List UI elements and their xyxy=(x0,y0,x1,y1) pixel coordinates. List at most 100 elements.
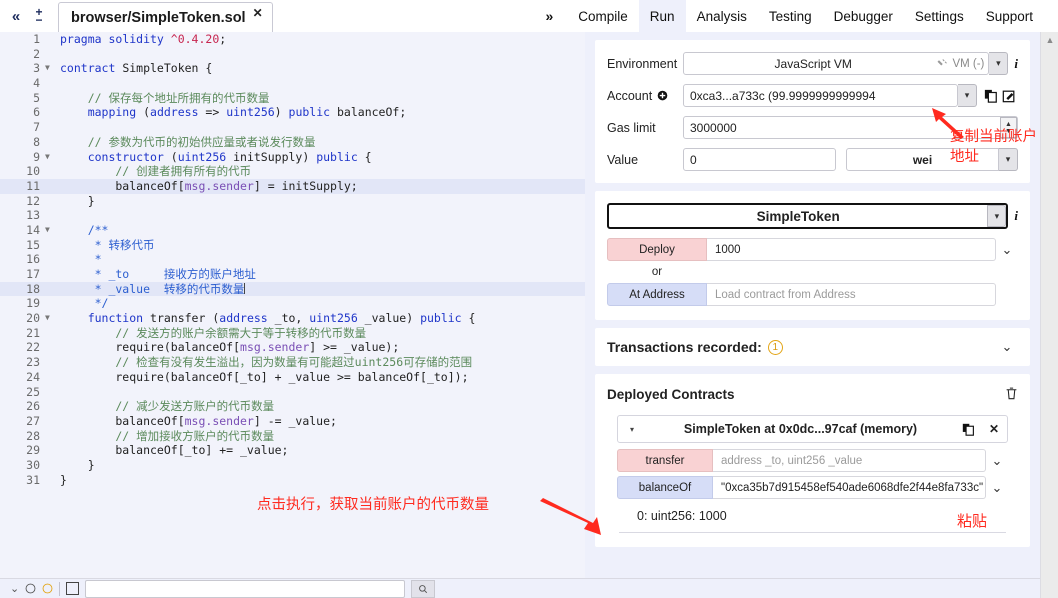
code-line[interactable]: 24 require(balanceOf[_to] + _value >= ba… xyxy=(0,370,585,385)
terminal-info-icon[interactable] xyxy=(25,583,36,594)
terminal-warning-icon[interactable] xyxy=(42,583,53,594)
gas-limit-stepper[interactable]: ▲ ▼ xyxy=(1000,117,1017,138)
balanceof-button[interactable]: balanceOf xyxy=(617,476,713,499)
environment-dropdown-arrow[interactable]: ▾ xyxy=(989,52,1009,75)
terminal-search-button[interactable] xyxy=(411,579,436,598)
code-line[interactable]: 6 mapping (address => uint256) public ba… xyxy=(0,105,585,120)
collapse-panel-icon[interactable]: « xyxy=(0,0,26,32)
deployed-instance-header[interactable]: ▾ SimpleToken at 0x0dc...97caf (memory) … xyxy=(617,415,1008,443)
line-number: 3 xyxy=(33,61,40,76)
contract-select[interactable]: SimpleToken ▾ xyxy=(607,203,1009,229)
contract-dropdown-arrow[interactable]: ▾ xyxy=(987,205,1007,227)
code-line[interactable]: 4 xyxy=(0,76,585,91)
code-line[interactable]: 30 } xyxy=(0,458,585,473)
tab-simpletoken-sol[interactable]: browser/SimpleToken.sol ✕ xyxy=(58,2,273,32)
code-editor[interactable]: 1 pragma solidity ^0.4.20; 2 3 ▼ contract Sim… xyxy=(0,32,585,578)
balanceof-args-input[interactable]: "0xca35b7d915458ef540ade6068dfe2f44e8fa7… xyxy=(713,476,986,499)
edit-account-icon[interactable] xyxy=(1000,89,1018,103)
value-input[interactable]: 0 xyxy=(683,148,836,171)
code-line[interactable]: 28 // 增加接收方账户的代币数量 xyxy=(0,429,585,444)
code-line[interactable]: 2 xyxy=(0,47,585,62)
account-dropdown-arrow[interactable]: ▾ xyxy=(958,84,977,107)
menu-item-support[interactable]: Support xyxy=(975,0,1044,32)
at-address-input[interactable]: Load contract from Address xyxy=(707,283,996,306)
line-number: 19 xyxy=(26,296,40,311)
code-line[interactable]: 13 xyxy=(0,208,585,223)
code-line[interactable]: 21 // 发送方的账户余额需大于等于转移的代币数量 xyxy=(0,326,585,341)
code-line[interactable]: 25 xyxy=(0,385,585,400)
environment-select[interactable]: JavaScript VM VM (-) xyxy=(683,52,990,75)
instance-name: SimpleToken at 0x0dc...97caf (memory) xyxy=(683,422,918,436)
code-line[interactable]: 7 xyxy=(0,120,585,135)
menu-item-compile[interactable]: Compile xyxy=(567,0,639,32)
tab-label: browser/SimpleToken.sol xyxy=(71,9,246,26)
transfer-button[interactable]: transfer xyxy=(617,449,713,472)
menu-item-testing[interactable]: Testing xyxy=(758,0,823,32)
menu-item-debugger[interactable]: Debugger xyxy=(823,0,904,32)
code-line[interactable]: 8 // 参数为代币的初始供应量或者说发行数量 xyxy=(0,135,585,150)
terminal-checkbox[interactable] xyxy=(66,582,80,595)
contract-info-icon[interactable]: i xyxy=(1014,208,1018,224)
line-number: 9 xyxy=(33,149,40,164)
environment-info-icon[interactable]: i xyxy=(1014,56,1018,72)
fold-toggle-icon[interactable]: ▼ xyxy=(44,311,54,326)
at-address-button[interactable]: At Address xyxy=(607,283,707,306)
code-line[interactable]: 29 balanceOf[_to] += _value; xyxy=(0,443,585,458)
editor-vertical-scrollbar[interactable] xyxy=(572,32,585,578)
fold-toggle-icon[interactable]: ▼ xyxy=(44,150,54,165)
page-vertical-scrollbar[interactable]: ▲ xyxy=(1040,32,1058,598)
close-instance-icon[interactable]: ✕ xyxy=(981,422,1007,436)
deploy-args-input[interactable]: 1000 xyxy=(707,238,996,261)
code-line[interactable]: 11 balanceOf[msg.sender] = initSupply; xyxy=(0,178,585,194)
transactions-expand-icon[interactable]: ⌄ xyxy=(996,339,1018,355)
deploy-expand-icon[interactable]: ⌄ xyxy=(996,242,1018,258)
copy-instance-address-icon[interactable] xyxy=(955,423,981,436)
close-icon[interactable]: ✕ xyxy=(253,6,263,20)
add-account-icon[interactable] xyxy=(657,90,668,101)
or-row: or xyxy=(607,261,1018,283)
transactions-recorded-card[interactable]: Transactions recorded: 1 ⌄ xyxy=(595,328,1030,366)
code-line[interactable]: 31} xyxy=(0,473,585,488)
fold-toggle-icon[interactable]: ▼ xyxy=(44,61,54,76)
gas-limit-input[interactable]: 3000000 ▲ ▼ xyxy=(683,116,1018,139)
terminal-search-input[interactable] xyxy=(85,579,406,598)
font-size-decrease-icon[interactable]: − xyxy=(35,14,42,26)
code-line[interactable]: 27 balanceOf[msg.sender] -= _value; xyxy=(0,414,585,429)
code-line[interactable]: 20 ▼ function transfer (address _to, uint… xyxy=(0,311,585,326)
code-line[interactable]: 15 * 转移代币 xyxy=(0,238,585,253)
code-line[interactable]: 22 require(balanceOf[msg.sender] >= _val… xyxy=(0,340,585,355)
line-number: 8 xyxy=(33,134,40,149)
code-line[interactable]: 9 ▼ constructor (uint256 initSupply) publ… xyxy=(0,150,585,165)
code-line[interactable]: 16 * xyxy=(0,252,585,267)
code-line[interactable]: 14 ▼ /** xyxy=(0,223,585,238)
expand-instance-icon[interactable]: ▾ xyxy=(618,425,646,434)
transfer-args-input[interactable]: address _to, uint256 _value xyxy=(713,449,986,472)
menu-item-settings[interactable]: Settings xyxy=(904,0,975,32)
code-line[interactable]: 5 // 保存每个地址所拥有的代币数量 xyxy=(0,91,585,106)
code-line[interactable]: 12 } xyxy=(0,194,585,209)
font-size-control[interactable]: + − xyxy=(26,0,52,32)
menu-item-run[interactable]: Run xyxy=(638,0,686,32)
value-unit-select[interactable]: wei xyxy=(846,148,999,171)
deploy-button[interactable]: Deploy xyxy=(607,238,707,261)
code-line[interactable]: 18 * _value 转移的代币数量 xyxy=(0,281,585,297)
value-unit-dropdown-arrow[interactable]: ▾ xyxy=(999,148,1018,171)
terminal-toggle-icon[interactable]: ⌄ xyxy=(10,582,19,595)
balanceof-expand-icon[interactable]: ⌄ xyxy=(986,480,1008,496)
code-line[interactable]: 26 // 减少发送方账户的代币数量 xyxy=(0,399,585,414)
account-select[interactable]: 0xca3...a733c (99.9999999999994 xyxy=(683,84,958,107)
transfer-expand-icon[interactable]: ⌄ xyxy=(986,453,1008,469)
trash-icon[interactable] xyxy=(1005,386,1018,403)
code-line[interactable]: 10 // 创建者拥有所有的代币 xyxy=(0,164,585,179)
code-line[interactable]: 1 pragma solidity ^0.4.20; xyxy=(0,32,585,47)
code-line[interactable]: 17 * _to 接收方的账户地址 xyxy=(0,267,585,282)
menu-item-analysis[interactable]: Analysis xyxy=(686,0,758,32)
scroll-up-icon[interactable]: ▲ xyxy=(1041,32,1058,48)
copy-account-icon[interactable] xyxy=(982,89,1000,103)
code-line[interactable]: 3 ▼ contract SimpleToken { xyxy=(0,61,585,76)
code-line[interactable]: 23 // 检查有没有发生溢出，因为数量有可能超过uint256可存储的范围 xyxy=(0,355,585,370)
fold-toggle-icon[interactable]: ▼ xyxy=(44,223,54,238)
code-line[interactable]: 19 */ xyxy=(0,296,585,311)
transactions-title: Transactions recorded: xyxy=(607,339,762,355)
expand-menu-icon[interactable]: » xyxy=(545,8,553,24)
